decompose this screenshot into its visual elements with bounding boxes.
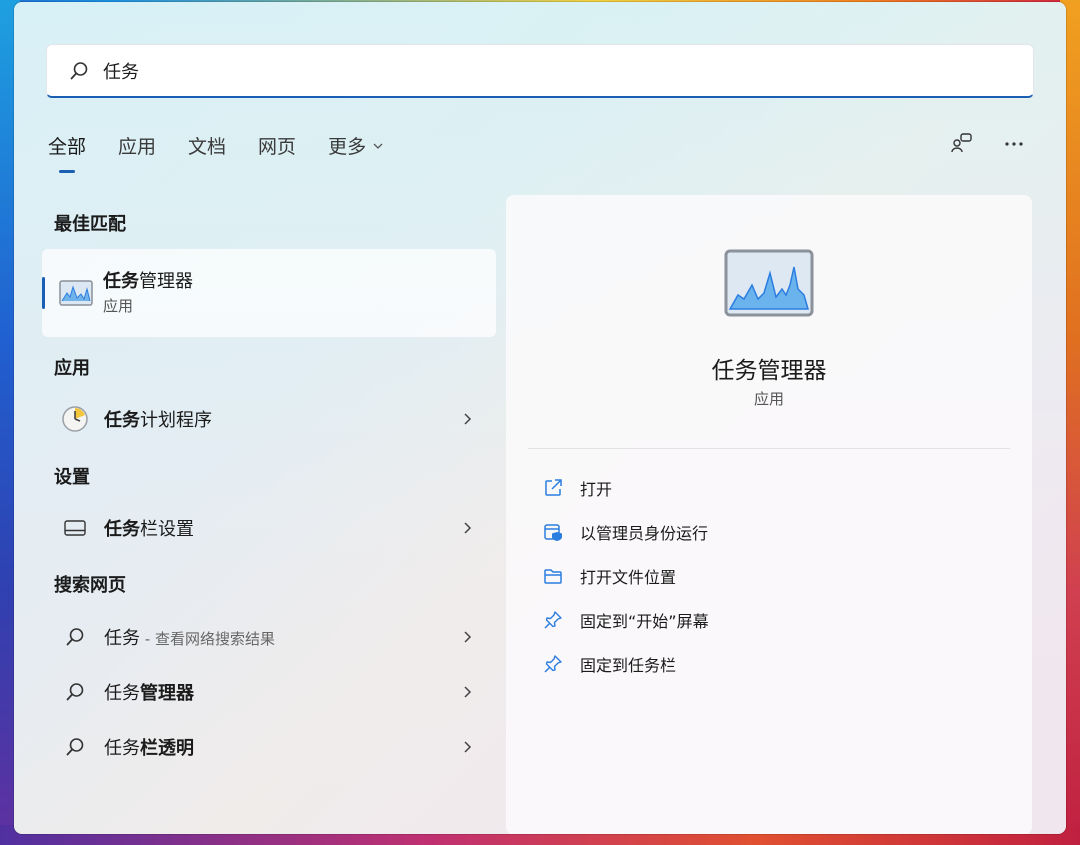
list-item-label-bold: 管理器	[140, 683, 194, 704]
tab-all[interactable]: 全部	[48, 132, 86, 159]
list-item-label-bold: 栏透明	[140, 738, 194, 759]
tab-all-label: 全部	[48, 132, 86, 159]
list-item-label: 任务 - 查看网络搜索结果	[104, 624, 460, 650]
taskbar-icon	[60, 513, 90, 543]
section-settings: 设置	[54, 463, 90, 489]
tab-more-label: 更多	[328, 132, 366, 159]
clock-icon	[60, 404, 90, 434]
tab-apps-label: 应用	[118, 132, 156, 159]
list-item-label: 任务栏透明	[104, 734, 460, 760]
action-open[interactable]: 打开	[542, 473, 612, 503]
action-run-as-admin[interactable]: 以管理员身份运行	[542, 517, 708, 547]
list-item-label-bold: 任务	[104, 519, 140, 540]
admin-shield-icon	[542, 521, 564, 543]
detail-app-type: 应用	[506, 388, 1032, 409]
search-icon	[60, 732, 90, 762]
search-icon	[69, 61, 89, 81]
search-icon	[60, 622, 90, 652]
section-web-search: 搜索网页	[54, 571, 126, 597]
folder-icon	[542, 565, 564, 587]
search-value: 任务	[103, 58, 139, 84]
action-label: 打开	[580, 476, 612, 500]
top-actions	[950, 132, 1026, 156]
more-options-icon[interactable]	[1002, 132, 1026, 156]
task-manager-icon	[724, 249, 814, 317]
list-item-label-rest: 栏设置	[140, 519, 194, 540]
list-item-label-hint: - 查看网络搜索结果	[140, 630, 275, 648]
search-icon	[60, 677, 90, 707]
best-match-item[interactable]: 任务管理器 应用	[42, 249, 496, 337]
section-apps: 应用	[54, 354, 90, 380]
list-item-web-result[interactable]: 任务 - 查看网络搜索结果	[42, 614, 496, 660]
chevron-right-icon	[460, 685, 474, 699]
list-item-label-bold: 任务	[104, 410, 140, 431]
account-switch-icon[interactable]	[950, 132, 974, 156]
list-item-label: 任务管理器	[104, 679, 460, 705]
tab-web[interactable]: 网页	[258, 132, 296, 159]
action-label: 固定到任务栏	[580, 652, 676, 676]
chevron-right-icon	[460, 740, 474, 754]
detail-app-name: 任务管理器	[506, 351, 1032, 385]
action-label: 以管理员身份运行	[580, 520, 708, 544]
tab-documents-label: 文档	[188, 132, 226, 159]
best-match-type: 应用	[103, 295, 133, 316]
list-item-label: 任务计划程序	[104, 406, 460, 432]
search-window: 任务 全部 应用 文档 网页 更多 最佳匹配	[14, 2, 1066, 834]
chevron-right-icon	[460, 412, 474, 426]
chevron-right-icon	[460, 630, 474, 644]
list-item-task-scheduler[interactable]: 任务计划程序	[42, 396, 496, 442]
task-manager-icon	[59, 279, 93, 307]
tab-documents[interactable]: 文档	[188, 132, 226, 159]
divider	[528, 448, 1010, 449]
list-item-label-rest: 计划程序	[140, 410, 212, 431]
filter-tabs: 全部 应用 文档 网页 更多	[48, 132, 416, 159]
list-item-label-pre: 任务	[104, 628, 140, 649]
best-match-name: 任务管理器	[103, 267, 193, 293]
search-input[interactable]: 任务	[46, 44, 1034, 98]
action-label: 打开文件位置	[580, 564, 676, 588]
action-open-file-location[interactable]: 打开文件位置	[542, 561, 676, 591]
list-item-label-pre: 任务	[104, 683, 140, 704]
list-item-web-result[interactable]: 任务管理器	[42, 669, 496, 715]
action-label: 固定到“开始”屏幕	[580, 608, 709, 632]
section-best-match: 最佳匹配	[54, 210, 126, 236]
best-match-name-rest: 管理器	[139, 271, 193, 292]
tab-more[interactable]: 更多	[328, 132, 384, 159]
best-match-name-bold: 任务	[103, 271, 139, 292]
pin-icon	[542, 653, 564, 675]
action-pin-to-start[interactable]: 固定到“开始”屏幕	[542, 605, 709, 635]
tab-apps[interactable]: 应用	[118, 132, 156, 159]
list-item-label-pre: 任务	[104, 738, 140, 759]
pin-icon	[542, 609, 564, 631]
chevron-down-icon	[372, 140, 384, 152]
list-item-label: 任务栏设置	[104, 515, 460, 541]
list-item-web-result[interactable]: 任务栏透明	[42, 724, 496, 770]
action-pin-to-taskbar[interactable]: 固定到任务栏	[542, 649, 676, 679]
selection-indicator	[42, 277, 45, 309]
tab-web-label: 网页	[258, 132, 296, 159]
open-external-icon	[542, 477, 564, 499]
chevron-right-icon	[460, 521, 474, 535]
list-item-taskbar-settings[interactable]: 任务栏设置	[42, 505, 496, 551]
detail-panel: 任务管理器 应用 打开 以管理员身份运行 打开文件位置 固定到“开始”屏	[506, 195, 1032, 834]
